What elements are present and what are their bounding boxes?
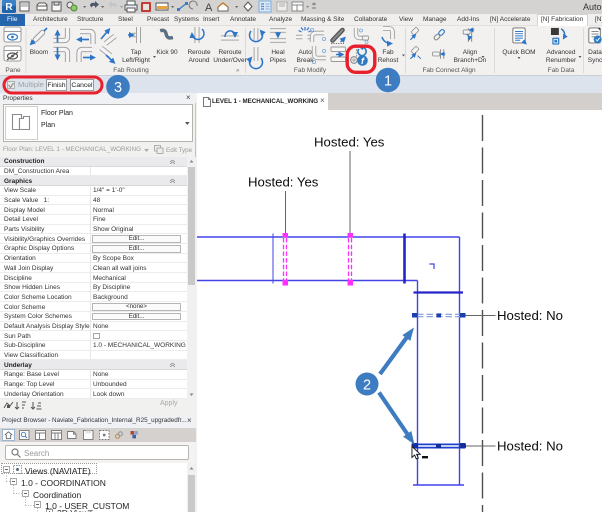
- svg-text:3: 3: [114, 80, 122, 96]
- svg-text:2: 2: [363, 378, 371, 394]
- svg-text:1: 1: [384, 74, 392, 90]
